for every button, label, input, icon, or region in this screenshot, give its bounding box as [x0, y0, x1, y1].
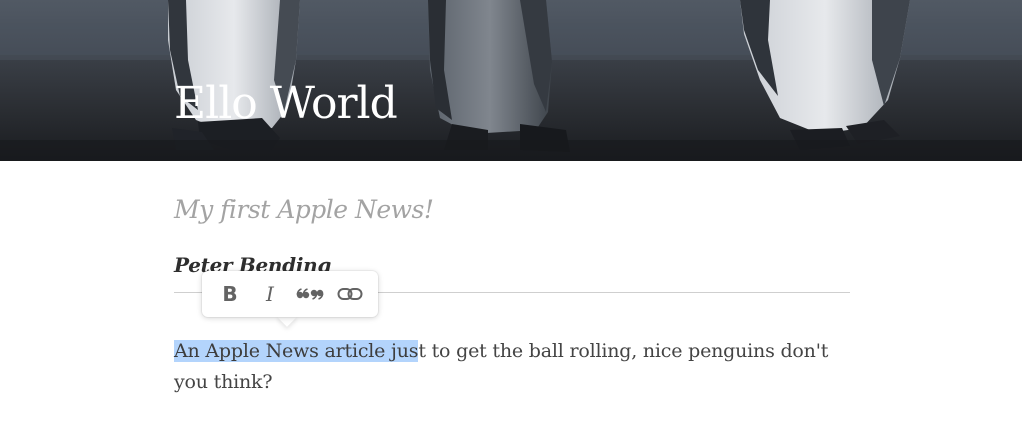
- link-icon: [337, 288, 363, 300]
- article-title[interactable]: Ello World: [174, 74, 398, 134]
- penguins-photo: [0, 0, 1022, 161]
- italic-icon: I: [266, 282, 274, 306]
- bold-button[interactable]: B: [210, 276, 250, 312]
- bold-icon: B: [222, 282, 238, 306]
- quote-button[interactable]: [290, 276, 330, 312]
- selected-text[interactable]: An Apple News article jus: [174, 340, 419, 362]
- formatting-toolbar: B I: [202, 271, 378, 317]
- quote-icon: [296, 288, 324, 300]
- italic-button[interactable]: I: [250, 276, 290, 312]
- article-subtitle[interactable]: My first Apple News!: [174, 192, 434, 228]
- article-body[interactable]: An Apple News article just to get the ba…: [174, 336, 850, 398]
- hero-image: Ello World: [0, 0, 1022, 161]
- link-button[interactable]: [330, 276, 370, 312]
